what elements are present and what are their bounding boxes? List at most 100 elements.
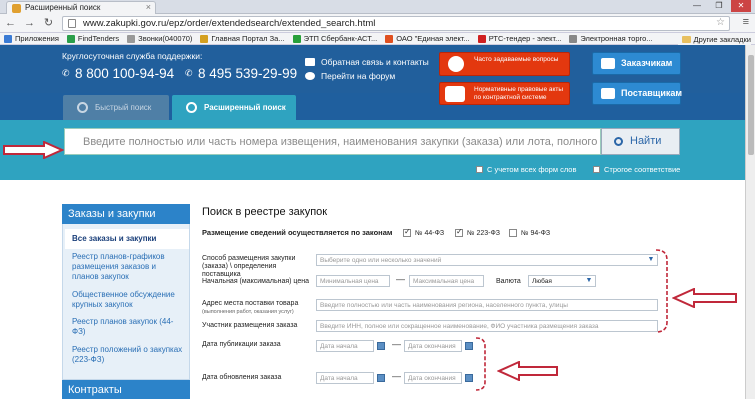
bookmark-item[interactable]: РТС-тендер - элект... <box>477 34 562 43</box>
annotation-bracket-dates <box>475 337 486 391</box>
search-input[interactable]: Введите полностью или часть номера извещ… <box>64 128 601 155</box>
legal-acts-button[interactable]: Нормативные правовые акты по контрактной… <box>439 82 570 105</box>
url-input[interactable]: www.zakupki.gov.ru/epz/order/extendedsea… <box>62 16 730 31</box>
shop-icon <box>601 88 615 99</box>
bookmark-star-icon[interactable]: ☆ <box>716 17 725 28</box>
pub-date-dash: — <box>392 339 401 349</box>
pub-date-start-input[interactable]: Дата начала <box>316 340 374 352</box>
site-favicon-icon <box>12 4 21 13</box>
participant-label: Участник размещения заказа <box>202 322 298 329</box>
page-scrollbar[interactable] <box>745 45 755 399</box>
bookmark-label: ЭТП Сбербанк-АСТ... <box>303 34 378 43</box>
suppliers-button[interactable]: Поставщикам <box>592 82 682 105</box>
bookmark-item[interactable]: FindTenders <box>66 34 119 43</box>
bookmark-label: Звонки(040070) <box>138 34 193 43</box>
method-label: Способ размещения закупки (заказа) \ опр… <box>202 255 296 278</box>
calendar-icon[interactable] <box>377 374 385 382</box>
chat-icon <box>305 72 315 80</box>
support-label: Круглосуточная служба поддержки: <box>62 51 203 61</box>
url-text: www.zakupki.gov.ru/epz/order/extendedsea… <box>83 18 376 29</box>
calendar-icon[interactable] <box>465 342 473 350</box>
find-button[interactable]: Найти <box>601 128 680 155</box>
bookmark-item[interactable]: Приложения <box>4 34 59 43</box>
address-label: Адрес места поставки товара <box>202 300 299 307</box>
bookmark-icon <box>477 34 486 43</box>
all-word-forms-checkbox[interactable]: С учетом всех форм слов <box>476 165 576 174</box>
price-label: Начальная (максимальная) цена <box>202 278 309 285</box>
pub-date-end-input[interactable]: Дата окончания <box>404 340 462 352</box>
annotation-bracket-fields <box>655 249 668 333</box>
laws-label: Размещение сведений осуществляется по за… <box>202 228 393 237</box>
browser-tab[interactable]: Расширенный поиск × <box>6 1 156 14</box>
checkbox-box[interactable] <box>509 229 517 237</box>
forum-link[interactable]: Перейти на форум <box>305 71 395 81</box>
close-window-button[interactable]: ✕ <box>731 0 751 12</box>
other-bookmarks-label: Другие закладки <box>693 34 751 44</box>
upd-date-end-input[interactable]: Дата окончания <box>404 372 462 384</box>
coat-of-arms-icon <box>445 86 465 102</box>
sidebar-heading-contracts: Контракты <box>62 380 190 399</box>
currency-select[interactable]: Любая ▼ <box>528 275 596 287</box>
participant-input[interactable]: Введите ИНН, полное или сокращенное наим… <box>316 320 658 332</box>
sidebar-heading-orders: Заказы и закупки <box>62 204 190 224</box>
bookmark-label: ОАО "Единая элект... <box>396 34 470 43</box>
folder-icon <box>681 35 691 43</box>
checkbox-box[interactable] <box>455 227 463 237</box>
upd-date-dash: — <box>392 371 401 381</box>
customers-button[interactable]: Заказчикам <box>592 52 681 75</box>
close-tab-icon[interactable]: × <box>146 2 151 12</box>
phone-icon: ✆ <box>62 68 70 78</box>
bookmark-item[interactable]: Электронная торго... <box>569 34 653 43</box>
tab-quick-search[interactable]: Быстрый поиск <box>63 95 169 120</box>
sidebar-item-regulations[interactable]: Реестр положений о закупках (223-ФЗ) <box>72 345 184 365</box>
price-min-input[interactable]: Минимальная цена <box>316 275 390 287</box>
currency-label: Валюта <box>496 278 521 285</box>
bookmark-item[interactable]: ЭТП Сбербанк-АСТ... <box>292 34 378 43</box>
calendar-icon[interactable] <box>465 374 473 382</box>
scrollbar-thumb[interactable] <box>748 55 754 155</box>
other-bookmarks[interactable]: Другие закладки <box>677 33 751 45</box>
page-title: Поиск в реестре закупок <box>202 206 328 218</box>
calendar-icon[interactable] <box>377 342 385 350</box>
bookmark-item[interactable]: Звонки(040070) <box>127 34 192 43</box>
method-select[interactable]: Выберите одно или несколько значений ▼ <box>316 254 658 266</box>
checkbox-box[interactable] <box>593 166 600 173</box>
law-44-checkbox[interactable]: № 44-ФЗ <box>403 227 444 237</box>
address-sublabel: (выполнения работ, оказания услуг) <box>202 309 294 315</box>
sidebar-item-all-orders[interactable]: Все заказы и закупки <box>72 234 184 244</box>
phone-number-2: 8 495 539-29-99 <box>198 66 298 81</box>
site-header: Круглосуточная служба поддержки: ✆ 8 800… <box>0 45 745 180</box>
address-input[interactable]: Введите полностью или часть наименования… <box>316 299 658 311</box>
faq-button[interactable]: Часто задаваемые вопросы <box>439 52 570 76</box>
sidebar-item-public-discussion[interactable]: Общественное обсуждение крупных закупок <box>72 290 184 310</box>
tab-extended-search[interactable]: Расширенный поиск <box>172 95 296 120</box>
bookmark-item[interactable]: Главная Портал За... <box>200 34 285 43</box>
bookmark-icon <box>200 34 209 43</box>
sidebar-item-purchase-plans[interactable]: Реестр планов закупок (44-ФЗ) <box>72 317 184 337</box>
price-max-input[interactable]: Максимальная цена <box>409 275 484 287</box>
page-icon <box>68 19 76 28</box>
mail-icon <box>305 58 315 66</box>
bookmark-label: РТС-тендер - элект... <box>488 34 562 43</box>
upd-date-start-input[interactable]: Дата начала <box>316 372 374 384</box>
sidebar-item-schedule-plans[interactable]: Реестр планов-графиков размещения заказо… <box>72 252 184 282</box>
law-223-checkbox[interactable]: № 223-ФЗ <box>455 227 500 237</box>
maximize-button[interactable]: ❐ <box>709 0 729 12</box>
back-button[interactable]: ← <box>3 16 18 30</box>
minimize-button[interactable]: — <box>687 0 707 12</box>
forward-button[interactable]: → <box>22 16 37 30</box>
search-panel: Введите полностью или часть номера извещ… <box>0 120 745 180</box>
search-icon <box>614 137 623 146</box>
bookmark-item[interactable]: ОАО "Единая элект... <box>385 34 470 43</box>
checkbox-box[interactable] <box>476 166 483 173</box>
phone-icon: ✆ <box>185 68 193 78</box>
search-icon <box>186 102 197 113</box>
feedback-link[interactable]: Обратная связь и контакты <box>305 57 429 67</box>
bookmark-icon <box>127 34 136 43</box>
reload-button[interactable]: ↻ <box>41 16 56 30</box>
browser-menu-icon[interactable]: ≡ <box>743 16 749 28</box>
strict-match-checkbox[interactable]: Строгое соответствие <box>593 165 680 174</box>
bookmarks-bar: Приложения FindTenders Звонки(040070) Главн… <box>0 33 755 45</box>
law-94-checkbox[interactable]: № 94-ФЗ <box>509 229 550 237</box>
checkbox-box[interactable] <box>403 227 411 237</box>
